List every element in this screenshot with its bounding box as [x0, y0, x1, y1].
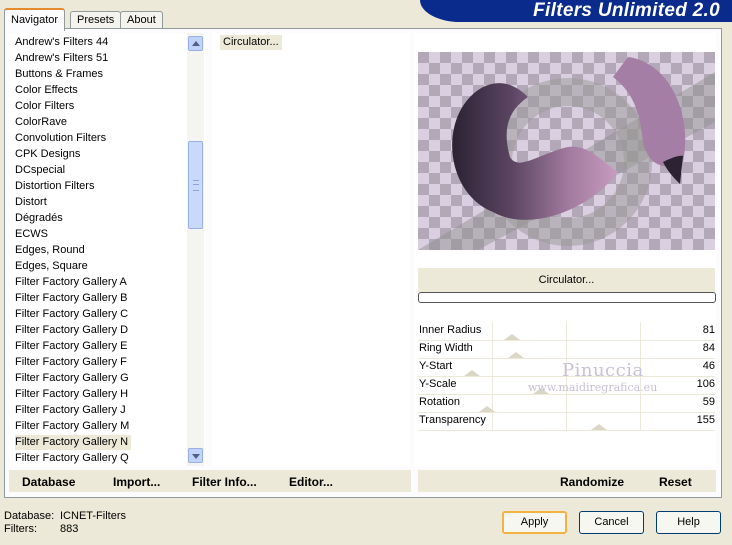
tab-presets[interactable]: Presets [70, 11, 122, 29]
preview-image [418, 52, 715, 250]
editor-button[interactable]: Editor... [289, 475, 333, 489]
watermark-url: www.maidiregrafica.eu [528, 381, 658, 394]
scroll-thumb[interactable] [188, 141, 203, 229]
param-row[interactable]: Rotation 59 [418, 394, 715, 413]
param-row[interactable]: Ring Width 84 [418, 340, 715, 359]
category-item[interactable]: Filter Factory Gallery G [15, 371, 132, 386]
param-value: 46 [702, 360, 715, 372]
slider-divider [492, 322, 493, 340]
category-list[interactable]: Andrew's Filters 44 Andrew's Filters 51 Bu… [9, 33, 205, 466]
slider-divider [492, 340, 493, 358]
category-item[interactable]: Filter Factory Gallery F [15, 355, 130, 370]
category-item[interactable]: Filter Factory Gallery D [15, 323, 131, 338]
category-item[interactable]: ECWS [15, 227, 51, 242]
param-row[interactable]: Inner Radius 81 [418, 322, 715, 341]
slider-divider [492, 376, 493, 394]
filter-info-button[interactable]: Filter Info... [192, 475, 257, 489]
slider-divider [640, 412, 641, 430]
reset-button[interactable]: Reset [659, 475, 692, 489]
param-row[interactable]: Transparency 155 [418, 412, 715, 431]
database-value: ICNET-Filters [60, 510, 126, 522]
param-label: Transparency [419, 414, 486, 426]
slider-divider [492, 412, 493, 430]
category-item[interactable]: Filter Factory Gallery C [15, 307, 131, 322]
parameter-actions: Randomize Reset [418, 470, 716, 492]
progress-bar [418, 292, 716, 303]
category-item[interactable]: Andrew's Filters 51 [15, 51, 111, 66]
category-item[interactable]: Edges, Square [15, 259, 91, 274]
database-button[interactable]: Database [22, 475, 75, 489]
filters-label: Filters: [4, 523, 37, 535]
param-value: 106 [696, 378, 715, 390]
slider-divider [640, 340, 641, 358]
param-label: Inner Radius [419, 324, 482, 336]
slider-divider [566, 322, 567, 340]
slider-divider [640, 322, 641, 340]
category-item[interactable]: DCspecial [15, 163, 68, 178]
category-item[interactable]: Dégradés [15, 211, 66, 226]
category-scrollbar[interactable] [187, 33, 204, 466]
scroll-up-button[interactable] [188, 36, 203, 51]
category-item[interactable]: Andrew's Filters 44 [15, 35, 111, 50]
param-label: Y-Scale [419, 378, 457, 390]
import-button[interactable]: Import... [113, 475, 160, 489]
tab-navigator[interactable]: Navigator [4, 8, 66, 31]
param-label: Rotation [419, 396, 460, 408]
help-button[interactable]: Help [656, 511, 721, 534]
navigator-actions: Database Import... Filter Info... Editor… [9, 470, 411, 492]
param-label: Y-Start [419, 360, 453, 372]
category-item[interactable]: Filter Factory Gallery B [15, 291, 130, 306]
category-item[interactable]: Color Filters [15, 99, 77, 114]
category-item[interactable]: Buttons & Frames [15, 67, 106, 82]
category-item[interactable]: Filter Factory Gallery J [15, 403, 129, 418]
grip-icon [193, 180, 199, 191]
param-label: Ring Width [419, 342, 473, 354]
param-value: 81 [702, 324, 715, 336]
category-item[interactable]: Filter Factory Gallery H [15, 387, 131, 402]
category-item[interactable]: Edges, Round [15, 243, 88, 258]
category-item[interactable]: Filter Factory Gallery A [15, 275, 130, 290]
slider-divider [566, 340, 567, 358]
category-item[interactable]: Convolution Filters [15, 131, 109, 146]
param-value: 84 [702, 342, 715, 354]
filters-count: 883 [60, 523, 79, 535]
apply-button[interactable]: Apply [502, 511, 567, 534]
cancel-button[interactable]: Cancel [579, 511, 644, 534]
category-item[interactable]: Filter Factory Gallery M [15, 419, 132, 434]
slider-divider [566, 394, 567, 412]
slider-marker[interactable] [591, 424, 607, 430]
database-label: Database: [4, 510, 55, 522]
filter-list[interactable]: Circulator... [212, 33, 410, 466]
status-info: Database: ICNET-Filters Filters: 883 [4, 510, 126, 536]
param-value: 59 [702, 396, 715, 408]
watermark-text: Pinuccia [562, 360, 644, 381]
slider-divider [640, 394, 641, 412]
category-item[interactable]: CPK Designs [15, 147, 83, 162]
category-item[interactable]: Color Effects [15, 83, 81, 98]
scroll-down-button[interactable] [188, 448, 203, 463]
app-title: Filters Unlimited 2.0 [533, 0, 720, 21]
tab-about[interactable]: About [120, 11, 163, 29]
filter-item-circulator[interactable]: Circulator... [220, 35, 282, 50]
category-item[interactable]: Filter Factory Gallery Q [15, 451, 132, 466]
slider-divider [566, 412, 567, 430]
category-item[interactable]: ColorRave [15, 115, 70, 130]
param-value: 155 [696, 414, 715, 426]
category-item[interactable]: Filter Factory Gallery E [15, 339, 130, 354]
randomize-button[interactable]: Randomize [560, 475, 624, 489]
current-filter-name: Circulator... [418, 268, 715, 292]
category-item[interactable]: Distortion Filters [15, 179, 97, 194]
slider-divider [492, 358, 493, 376]
category-item[interactable]: Filter Factory Gallery N [15, 435, 132, 450]
category-item[interactable]: Distort [15, 195, 50, 210]
